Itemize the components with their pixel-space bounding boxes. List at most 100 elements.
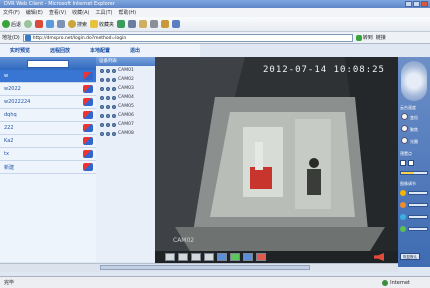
device-list-item[interactable]: tx — [0, 148, 96, 161]
media-icon[interactable] — [117, 20, 126, 28]
camera-list-item[interactable]: CAM03 — [96, 84, 155, 93]
play-status-icon[interactable] — [100, 131, 104, 136]
ptz-speed-slider[interactable] — [400, 171, 428, 175]
record-icon[interactable] — [230, 253, 240, 261]
tab-logout[interactable]: 退出 — [120, 47, 150, 54]
address-bar: 地址(D) http://dmspro.net/login.do?method=… — [0, 32, 430, 44]
restore-default-button[interactable]: 恢复默认 — [400, 253, 420, 260]
camera-list-item[interactable]: CAM04 — [96, 93, 155, 102]
edit-icon[interactable] — [161, 20, 170, 28]
alarm-status-icon[interactable] — [112, 68, 116, 73]
record-status-icon[interactable] — [106, 86, 110, 91]
camera-list-item[interactable]: CAM05 — [96, 102, 155, 111]
camera-list-item[interactable]: CAM02 — [96, 75, 155, 84]
layout-1-icon[interactable] — [178, 253, 188, 261]
zoom-in-icon[interactable] — [401, 113, 408, 120]
camera-list-item[interactable]: CAM07 — [96, 120, 155, 129]
device-list-item[interactable]: 222 — [0, 122, 96, 135]
history-icon[interactable] — [128, 20, 137, 28]
go-button[interactable]: 转到 — [355, 34, 373, 41]
device-list-item[interactable]: w — [0, 70, 96, 83]
refresh-icon[interactable] — [46, 20, 55, 28]
play-status-icon[interactable] — [100, 68, 104, 73]
menu-tools[interactable]: 工具(T) — [96, 9, 113, 16]
device-list-item[interactable]: Ka2 — [0, 135, 96, 148]
mail-icon[interactable] — [139, 20, 148, 28]
alarm-status-icon[interactable] — [112, 86, 116, 91]
ptz-direction-pad[interactable] — [401, 61, 427, 101]
play-status-icon[interactable] — [100, 86, 104, 91]
brightness-slider[interactable] — [408, 191, 428, 195]
fullscreen-icon[interactable] — [165, 253, 175, 261]
links-label[interactable]: 链接 — [376, 34, 386, 41]
contrast-icon[interactable] — [400, 202, 406, 208]
camera-list-item[interactable]: CAM08 — [96, 129, 155, 138]
alarm-status-icon[interactable] — [112, 104, 116, 109]
print-icon[interactable] — [150, 20, 159, 28]
hue-slider[interactable] — [408, 227, 428, 231]
play-status-icon[interactable] — [100, 113, 104, 118]
record-status-icon[interactable] — [106, 131, 110, 136]
minimize-button[interactable] — [405, 1, 412, 7]
preset-select[interactable] — [400, 160, 406, 166]
search-button[interactable]: 搜索 — [68, 20, 87, 28]
stop-icon[interactable] — [35, 20, 44, 28]
tab-local-config[interactable]: 本地配置 — [80, 47, 120, 54]
discuss-icon[interactable] — [172, 20, 181, 28]
alarm-status-icon[interactable] — [112, 95, 116, 100]
address-input[interactable]: http://dmspro.net/login.do?method=login — [22, 33, 353, 42]
menu-favorites[interactable]: 收藏(A) — [72, 9, 89, 16]
record-status-icon[interactable] — [106, 95, 110, 100]
device-list-item[interactable]: dqhq — [0, 109, 96, 122]
alarm-status-icon[interactable] — [112, 122, 116, 127]
record-status-icon[interactable] — [106, 122, 110, 127]
back-button[interactable]: 后退 — [2, 20, 21, 28]
alarm-status-icon[interactable] — [112, 113, 116, 118]
preset-call-button[interactable] — [408, 160, 414, 166]
brightness-icon[interactable] — [400, 190, 406, 196]
device-name: 222 — [4, 125, 14, 131]
layout-4-icon[interactable] — [191, 253, 201, 261]
play-status-icon[interactable] — [100, 77, 104, 82]
menu-file[interactable]: 文件(F) — [3, 9, 20, 16]
snapshot-icon[interactable] — [217, 253, 227, 261]
favorites-button[interactable]: 收藏夹 — [90, 20, 114, 28]
play-status-icon[interactable] — [100, 122, 104, 127]
forward-arrow-icon[interactable] — [24, 20, 33, 28]
maximize-button[interactable] — [413, 1, 420, 7]
hue-icon[interactable] — [400, 226, 406, 232]
contrast-slider[interactable] — [408, 203, 428, 207]
record-status-icon[interactable] — [106, 104, 110, 109]
camera-list-item[interactable]: CAM06 — [96, 111, 155, 120]
play-status-icon[interactable] — [100, 95, 104, 100]
iris-open-icon[interactable] — [401, 137, 408, 144]
close-button[interactable] — [421, 1, 428, 7]
record-status-icon[interactable] — [106, 113, 110, 118]
camera-list-item[interactable]: CAM01 — [96, 66, 155, 75]
focus-near-icon[interactable] — [401, 125, 408, 132]
record-status-icon[interactable] — [106, 68, 110, 73]
scrollbar-thumb[interactable] — [100, 265, 310, 270]
layout-9-icon[interactable] — [204, 253, 214, 261]
volume-icon[interactable] — [374, 253, 384, 261]
menu-edit[interactable]: 编辑(E) — [26, 9, 43, 16]
saturation-slider[interactable] — [408, 215, 428, 219]
device-list-item[interactable]: w2022 — [0, 83, 96, 96]
device-list-item[interactable]: 新建 — [0, 161, 96, 174]
horizontal-scrollbar[interactable] — [0, 263, 398, 272]
home-icon[interactable] — [57, 20, 66, 28]
device-list-item[interactable]: w2022224 — [0, 96, 96, 109]
tab-playback[interactable]: 远程回放 — [40, 47, 80, 54]
talk-icon[interactable] — [243, 253, 253, 261]
alarm-status-icon[interactable] — [112, 77, 116, 82]
menu-view[interactable]: 查看(V) — [49, 9, 66, 16]
device-search-box[interactable] — [27, 59, 69, 68]
tab-live-preview[interactable]: 实时预览 — [0, 47, 40, 54]
alarm-status-icon[interactable] — [112, 131, 116, 136]
play-status-icon[interactable] — [100, 104, 104, 109]
saturation-icon[interactable] — [400, 214, 406, 220]
menu-help[interactable]: 帮助(H) — [118, 9, 136, 16]
record-status-icon[interactable] — [106, 77, 110, 82]
video-viewport[interactable]: 2012-07-14 10:08:25 CAM02 — [155, 57, 398, 251]
stop-all-icon[interactable] — [256, 253, 266, 261]
